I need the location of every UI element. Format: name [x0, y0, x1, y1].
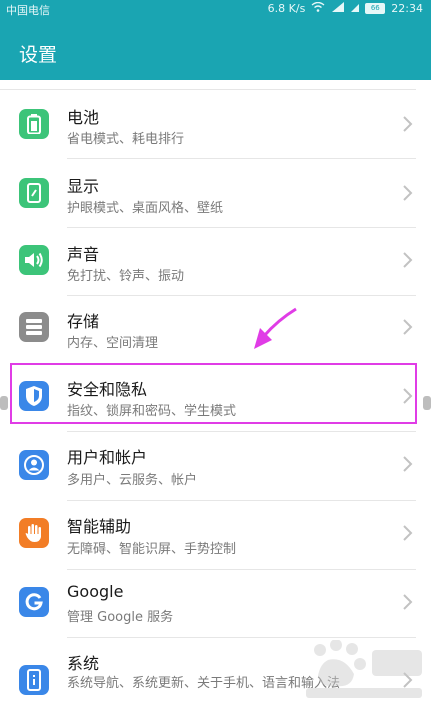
settings-item-storage[interactable]: 存储 内存、空间清理	[0, 296, 431, 364]
settings-item-battery[interactable]: 电池 省电模式、耗电排行	[0, 90, 431, 158]
settings-item-smart-assistance[interactable]: 智能辅助 无障碍、智能识屏、手势控制	[0, 501, 431, 569]
chevron-right-icon	[403, 185, 413, 201]
network-speed: 6.8 K/s	[267, 2, 306, 15]
display-icon	[19, 178, 49, 208]
chevron-right-icon	[403, 456, 413, 472]
carrier-label: 中国电信	[6, 4, 50, 17]
settings-item-subtitle: 管理 Google 服务	[67, 610, 174, 625]
settings-item-title: 电池	[67, 108, 100, 127]
chevron-right-icon	[403, 319, 413, 335]
chevron-right-icon	[403, 594, 413, 610]
google-icon	[19, 587, 49, 617]
settings-item-title: 系统	[67, 654, 100, 673]
settings-item-title: 用户和帐户	[67, 448, 148, 467]
chevron-right-icon	[403, 252, 413, 268]
highlight-box	[10, 363, 417, 424]
settings-item-title: 声音	[67, 245, 100, 264]
chevron-right-icon	[403, 525, 413, 541]
storage-icon	[19, 312, 49, 342]
settings-item-subtitle: 多用户、云服务、帐户	[67, 473, 198, 488]
app-bar: 设置	[0, 18, 431, 80]
settings-item-sound[interactable]: 声音 免打扰、铃声、振动	[0, 228, 431, 296]
user-icon	[19, 450, 49, 480]
wifi-icon	[311, 1, 325, 15]
left-edge-mark	[0, 396, 8, 410]
right-edge-mark	[423, 396, 431, 410]
settings-item-users-accounts[interactable]: 用户和帐户 多用户、云服务、帐户	[0, 432, 431, 500]
signal-icon	[331, 2, 345, 15]
pointer-arrow-icon	[254, 307, 297, 349]
battery-icon	[19, 109, 49, 139]
settings-item-google[interactable]: Google 管理 Google 服务	[0, 570, 431, 638]
signal-icon-2	[351, 2, 360, 15]
settings-item-title: 存储	[67, 312, 100, 331]
status-bar: 中国电信 6.8 K/s 66 22:34	[0, 0, 431, 18]
sound-icon	[19, 245, 49, 275]
settings-item-subtitle: 免打扰、铃声、振动	[67, 269, 185, 284]
system-icon	[19, 665, 49, 695]
settings-item-title: 智能辅助	[67, 517, 132, 536]
settings-item-display[interactable]: 显示 护眼模式、桌面风格、壁纸	[0, 159, 431, 227]
settings-item-title: 显示	[67, 177, 100, 196]
clock: 22:34	[391, 2, 423, 15]
settings-item-subtitle: 省电模式、耗电排行	[67, 132, 185, 147]
settings-item-subtitle: 护眼模式、桌面风格、壁纸	[67, 201, 224, 216]
settings-item-title: Google	[67, 582, 124, 601]
settings-item-subtitle: 内存、空间清理	[67, 336, 159, 351]
settings-item-subtitle: 无障碍、智能识屏、手势控制	[67, 542, 237, 557]
chevron-right-icon	[403, 116, 413, 132]
status-icons: 6.8 K/s 66 22:34	[267, 1, 423, 15]
page-title: 设置	[19, 44, 58, 66]
battery-level-icon: 66	[365, 3, 386, 14]
hand-icon	[19, 518, 49, 548]
baidu-jingyan-watermark	[306, 640, 422, 698]
